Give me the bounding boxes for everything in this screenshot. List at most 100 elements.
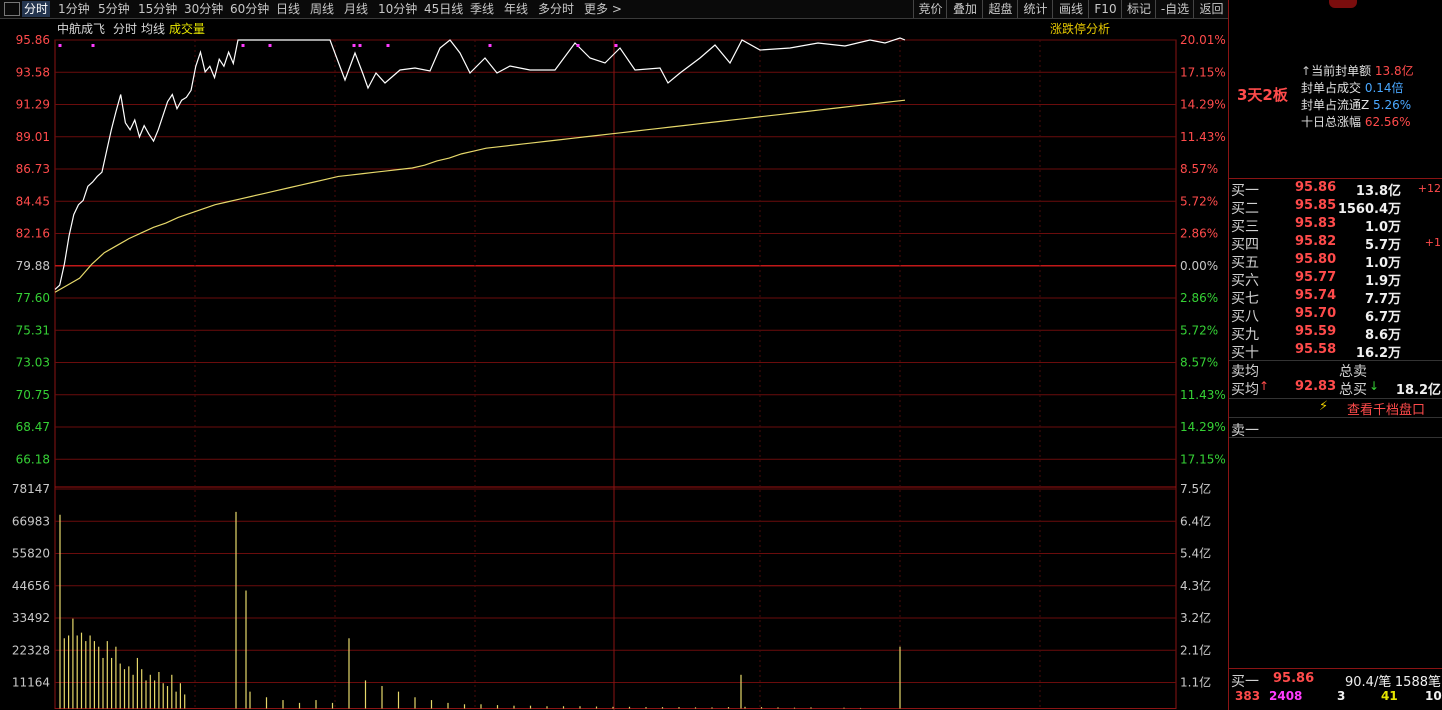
seal-info-value: 5.26% — [1369, 98, 1412, 112]
toolbar-button-5[interactable]: F10 — [1088, 0, 1122, 18]
toolbar-button-3[interactable]: 统计 — [1017, 0, 1053, 18]
ask-divider — [1229, 437, 1442, 438]
expand-arrow-icon[interactable] — [1329, 0, 1357, 8]
bid-price: 95.83 — [1295, 216, 1337, 231]
price-tick: 75.31 — [16, 323, 50, 337]
amount-tick: 7.5亿 — [1180, 481, 1211, 496]
price-tick: 79.88 — [16, 259, 50, 273]
bid-row[interactable]: 买五 95.80 1.0万 — [1229, 252, 1442, 271]
sell-total-label: 总卖 — [1339, 364, 1367, 380]
average-line — [54, 99, 906, 293]
seal-info-value: 62.56% — [1361, 115, 1411, 129]
intraday-chart: 中航成飞 分时 均线 成交量 涨跌停分析 95.86 20.01% 93.58 17.15% 91… — [0, 18, 1228, 710]
signal-marker — [488, 44, 492, 47]
bid-price: 95.86 — [1295, 180, 1337, 195]
price-tick: 84.45 — [16, 194, 50, 208]
avg-row: 卖均 总卖 买均 ↑ 92.83 总买 ↓ 18.2亿 — [1229, 360, 1442, 398]
tick-summary-row: 买一 95.86 90.4/笔 1588笔 — [1229, 668, 1442, 690]
bid-volume: 1.0万 — [1364, 220, 1401, 235]
tab-10[interactable]: 45日线 — [422, 1, 465, 17]
toolbar-button-7[interactable]: -自选 — [1155, 0, 1194, 18]
bid-volume: 8.6万 — [1364, 328, 1401, 343]
buy-avg-label: 买均 — [1231, 382, 1259, 398]
volume-tick: 11164 — [12, 676, 50, 690]
tab-5[interactable]: 60分钟 — [228, 1, 271, 17]
toolbar-button-4[interactable]: 画线 — [1052, 0, 1089, 18]
tab-0[interactable]: 分时 — [22, 1, 51, 17]
price-tick: 93.58 — [16, 65, 50, 79]
volume-tick: 44656 — [12, 579, 50, 593]
tick-count: 1588笔 — [1394, 675, 1441, 690]
bid-level-label: 买六 — [1231, 273, 1259, 289]
tab-14[interactable]: 更多 > — [582, 1, 624, 17]
pct-tick: 20.01% — [1180, 33, 1226, 47]
bid-level-label: 买二 — [1231, 201, 1259, 217]
tick-price: 95.86 — [1273, 671, 1315, 686]
amount-tick: 1.1亿 — [1180, 675, 1211, 690]
signal-marker — [614, 44, 618, 47]
tab-2[interactable]: 5分钟 — [96, 1, 132, 17]
pct-tick: 5.72% — [1180, 194, 1218, 208]
pct-tick: 5.72% — [1180, 323, 1218, 337]
price-tick: 86.73 — [16, 162, 50, 176]
tab-3[interactable]: 15分钟 — [136, 1, 179, 17]
tab-1[interactable]: 1分钟 — [56, 1, 92, 17]
tab-11[interactable]: 季线 — [468, 1, 496, 17]
signal-marker — [241, 44, 245, 47]
seal-info-label: 十日总涨幅 — [1301, 115, 1362, 129]
price-tick: 95.86 — [16, 33, 50, 47]
bid-level-label: 买九 — [1231, 327, 1259, 343]
pct-tick: 14.29% — [1180, 420, 1226, 434]
limit-analysis-link[interactable]: 涨跌停分析 — [1050, 21, 1110, 36]
amount-tick: 3.2亿 — [1180, 610, 1211, 625]
bid-row[interactable]: 买三 95.83 1.0万 — [1229, 216, 1442, 235]
price-tick: 68.47 — [16, 420, 50, 434]
tab-9[interactable]: 10分钟 — [376, 1, 419, 17]
tab-8[interactable]: 月线 — [342, 1, 370, 17]
tab-4[interactable]: 30分钟 — [182, 1, 225, 17]
seal-info-row: ↑当前封单额 13.8亿 — [1301, 62, 1414, 79]
tick-number: 2408 — [1269, 689, 1303, 703]
signal-marker — [386, 44, 390, 47]
volume-tick: 55820 — [12, 547, 50, 561]
toolbar-button-1[interactable]: 叠加 — [946, 0, 983, 18]
chart-legend-1: 均线 — [141, 22, 165, 36]
toolbar-button-0[interactable]: 竞价 — [913, 0, 947, 18]
pct-tick: 0.00% — [1180, 259, 1218, 273]
toolbar-button-2[interactable]: 超盘 — [982, 0, 1018, 18]
bid-volume: 1.9万 — [1364, 274, 1401, 289]
pct-tick: 2.86% — [1180, 291, 1218, 305]
tab-7[interactable]: 周线 — [308, 1, 336, 17]
bid-level-label: 买三 — [1231, 219, 1259, 235]
bid-volume: 7.7万 — [1364, 292, 1401, 307]
bid-row[interactable]: 买二 95.85 1560.4万 — [1229, 198, 1442, 217]
up-arrow-icon: ↑ — [1301, 64, 1312, 78]
toolbar-button-6[interactable]: 标记 — [1121, 0, 1156, 18]
panel-toggle-icon[interactable] — [4, 2, 20, 16]
bid-row[interactable]: 买十 95.58 16.2万 — [1229, 342, 1442, 361]
tick-number: 41 — [1381, 689, 1398, 703]
bid-row[interactable]: 买八 95.70 6.7万 — [1229, 306, 1442, 325]
bid-row[interactable]: 买四 95.82 5.7万 +1 — [1229, 234, 1442, 253]
bid-price: 95.85 — [1295, 198, 1337, 213]
bid-level-label: 买十 — [1231, 345, 1259, 361]
bid-delta: +1 — [1424, 236, 1441, 249]
bid-row[interactable]: 买七 95.74 7.7万 — [1229, 288, 1442, 307]
up-arrow-icon: ↑ — [1259, 379, 1270, 393]
tab-6[interactable]: 日线 — [274, 1, 302, 17]
tab-13[interactable]: 多分时 — [536, 1, 576, 17]
full-depth-link[interactable]: ⚡ 查看千档盘口 — [1229, 398, 1442, 418]
pct-tick: 11.43% — [1180, 388, 1226, 402]
chart-canvas[interactable]: 中航成飞 分时 均线 成交量 涨跌停分析 95.86 20.01% 93.58 17.15% 91… — [0, 18, 1228, 710]
bid-price: 95.80 — [1295, 252, 1337, 267]
bid-row[interactable]: 买一 95.86 13.8亿 +12 — [1229, 180, 1442, 199]
bid-price: 95.59 — [1295, 324, 1337, 339]
amount-tick: 6.4亿 — [1180, 513, 1211, 528]
bid-row[interactable]: 买六 95.77 1.9万 — [1229, 270, 1442, 289]
bid-level-label: 买四 — [1231, 237, 1259, 253]
tab-12[interactable]: 年线 — [502, 1, 530, 17]
pct-tick: 11.43% — [1180, 130, 1226, 144]
chart-legend-0: 分时 — [113, 22, 137, 36]
toolbar-button-8[interactable]: 返回 — [1193, 0, 1229, 18]
bid-row[interactable]: 买九 95.59 8.6万 — [1229, 324, 1442, 343]
